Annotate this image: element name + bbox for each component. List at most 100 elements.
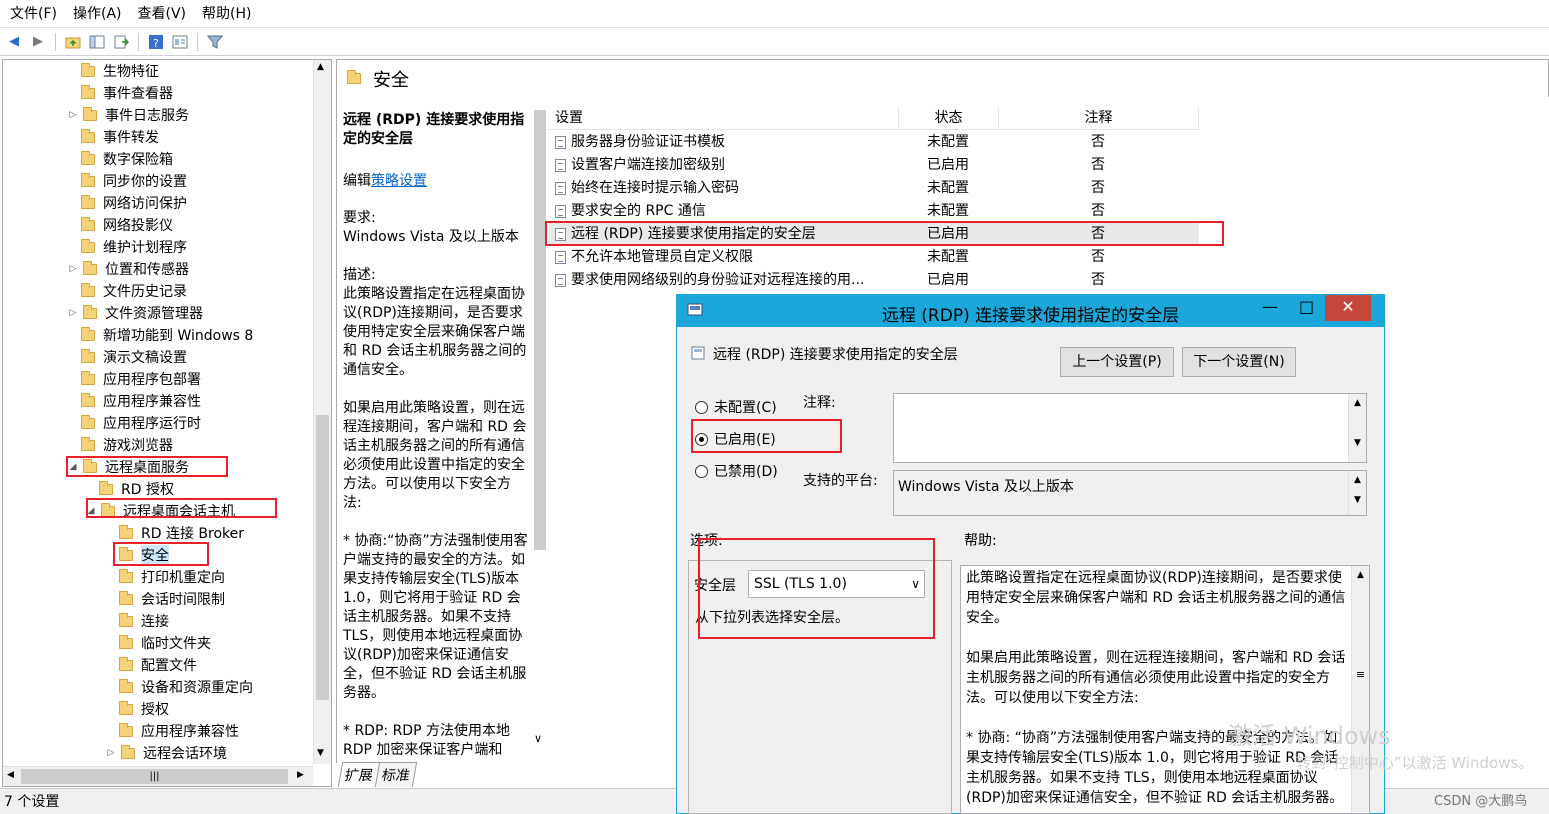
folder-icon — [81, 414, 95, 429]
tree-item[interactable]: 会话时间限制 — [103, 588, 225, 610]
platform-scrollbar[interactable]: ▲ ▼ — [1348, 471, 1366, 515]
setting-row[interactable]: 远程 (RDP) 连接要求使用指定的安全层 已启用 否 — [549, 223, 1199, 246]
export-list-icon[interactable] — [111, 32, 131, 52]
tree-item[interactable]: 网络访问保护 — [65, 192, 187, 214]
tree-item[interactable]: RD 授权 — [83, 478, 174, 500]
menu-view[interactable]: 查看(V) — [130, 0, 195, 28]
up-folder-icon[interactable] — [63, 32, 83, 52]
tree-item[interactable]: 应用程序运行时 — [65, 412, 201, 434]
expand-arrow-icon[interactable]: ◢ — [85, 506, 97, 516]
tree-item[interactable]: 事件查看器 — [65, 82, 173, 104]
tree-item[interactable]: ▷ 位置和传感器 — [67, 258, 189, 280]
column-state[interactable]: 状态 — [899, 106, 999, 130]
setting-state: 已启用 — [927, 226, 969, 242]
expand-arrow-icon[interactable]: ▷ — [67, 308, 79, 318]
tree-item[interactable]: 授权 — [103, 698, 169, 720]
tree-item[interactable]: 配置文件 — [103, 654, 197, 676]
tree-item[interactable]: 连接 — [103, 610, 169, 632]
tab-standard[interactable]: 标准 — [374, 762, 418, 787]
tree-item[interactable]: 临时文件夹 — [103, 632, 211, 654]
scroll-thumb[interactable]: ||| — [21, 769, 288, 784]
help-scrollbar[interactable]: ▲ ≡ — [1351, 566, 1369, 813]
tree-item[interactable]: 应用程序包部署 — [65, 368, 201, 390]
expand-arrow-icon[interactable]: ▷ — [105, 748, 117, 758]
next-setting-button[interactable]: 下一个设置(N) — [1182, 347, 1296, 377]
tree-item[interactable]: ◢ 远程桌面服务 — [67, 456, 189, 478]
menu-file[interactable]: 文件(F) — [2, 0, 65, 28]
setting-row[interactable]: 要求安全的 RPC 通信 未配置 否 — [549, 200, 1199, 223]
tree-item[interactable]: RD 连接 Broker — [103, 522, 244, 544]
scroll-down-icon[interactable]: ∨ — [534, 732, 542, 745]
edit-policy-link[interactable]: 策略设置 — [371, 173, 427, 189]
radio-circle[interactable] — [695, 464, 708, 478]
scroll-thumb[interactable] — [316, 415, 329, 700]
setting-row[interactable]: 始终在连接时提示输入密码 未配置 否 — [549, 177, 1199, 200]
scroll-down-icon[interactable]: ▼ — [1349, 438, 1366, 448]
tree-item[interactable]: 应用程序兼容性 — [103, 720, 239, 742]
tree-item[interactable]: 安全 — [103, 544, 169, 566]
setting-row[interactable]: 不允许本地管理员自定义权限 未配置 否 — [549, 246, 1199, 269]
scroll-down-icon[interactable]: ▼ — [1349, 495, 1366, 505]
column-comment[interactable]: 注释 — [999, 106, 1199, 130]
tree-vertical-scrollbar[interactable]: ▲ ▼ — [313, 60, 331, 764]
comment-scrollbar[interactable]: ▲ ▼ — [1348, 394, 1366, 462]
tree-item[interactable]: 维护计划程序 — [65, 236, 187, 258]
maximize-button[interactable]: □ — [1288, 295, 1325, 321]
minimize-button[interactable]: — — [1252, 295, 1288, 321]
security-layer-select[interactable]: SSL (TLS 1.0) ∨ — [748, 570, 925, 598]
filter-icon[interactable] — [205, 32, 225, 52]
setting-row[interactable]: 服务器身份验证证书模板 未配置 否 — [549, 131, 1199, 154]
comment-textarea[interactable]: ▲ ▼ — [893, 393, 1367, 463]
setting-row[interactable]: 设置客户端连接加密级别 已启用 否 — [549, 154, 1199, 177]
tree-item[interactable]: 生物特征 — [65, 60, 159, 82]
tree-item[interactable]: 游戏浏览器 — [65, 434, 173, 456]
properties-icon[interactable] — [170, 32, 190, 52]
radio-circle[interactable] — [695, 432, 708, 446]
help-icon[interactable]: ? — [146, 32, 166, 52]
expand-arrow-icon[interactable]: ▷ — [67, 110, 79, 120]
tree-item[interactable]: 应用程序兼容性 — [65, 390, 201, 412]
tree-horizontal-scrollbar[interactable]: ◀ ||| ▶ — [3, 766, 313, 786]
tree-item[interactable]: 文件历史记录 — [65, 280, 187, 302]
tree-item[interactable]: ◢ 远程桌面会话主机 — [85, 500, 235, 522]
scroll-thumb[interactable] — [534, 110, 546, 550]
close-button[interactable]: ✕ — [1325, 295, 1371, 321]
scroll-grip-icon[interactable]: ≡ — [1352, 668, 1369, 681]
tree-item[interactable]: ▷ 事件日志服务 — [67, 104, 189, 126]
tree-item[interactable]: 新增功能到 Windows 8 — [65, 324, 253, 346]
tree-item[interactable]: 网络投影仪 — [65, 214, 173, 236]
tree-item[interactable]: ▷ 文件资源管理器 — [67, 302, 203, 324]
forward-arrow-icon[interactable]: ▶ — [28, 32, 48, 52]
radio-not-configured[interactable]: 未配置(C) — [695, 397, 777, 417]
back-arrow-icon[interactable]: ◀ — [4, 32, 24, 52]
tree-item[interactable]: 演示文稿设置 — [65, 346, 187, 368]
radio-circle[interactable] — [695, 400, 708, 414]
scroll-up-icon[interactable]: ▲ — [1349, 398, 1366, 408]
menu-action[interactable]: 操作(A) — [65, 0, 130, 28]
setting-row[interactable]: 要求使用网络级别的身份验证对远程连接的用... 已启用 否 — [549, 269, 1199, 292]
tree-item[interactable]: 打印机重定向 — [103, 566, 225, 588]
tree-item[interactable]: 同步你的设置 — [65, 170, 187, 192]
scroll-right-icon[interactable]: ▶ — [297, 770, 304, 780]
radio-enabled[interactable]: 已启用(E) — [695, 429, 776, 449]
previous-setting-button[interactable]: 上一个设置(P) — [1060, 347, 1174, 377]
tree-item[interactable]: 设备和资源重定向 — [103, 676, 253, 698]
scroll-left-icon[interactable]: ◀ — [7, 770, 14, 780]
column-setting[interactable]: 设置 — [549, 106, 899, 130]
tree-item-label: 事件转发 — [103, 130, 159, 146]
description-scrollbar[interactable]: ∨ — [532, 100, 548, 752]
scroll-up-icon[interactable]: ▲ — [1352, 570, 1369, 580]
expand-arrow-icon[interactable]: ◢ — [67, 462, 79, 472]
tree-item[interactable]: 事件转发 — [65, 126, 159, 148]
policy-setting-icon — [555, 182, 566, 195]
tree-item[interactable]: ▷ 远程会话环境 — [105, 742, 227, 764]
scroll-up-icon[interactable]: ▲ — [1349, 475, 1366, 485]
show-hide-tree-icon[interactable] — [87, 32, 107, 52]
scroll-down-icon[interactable]: ▼ — [317, 748, 324, 758]
tree-item[interactable]: 数字保险箱 — [65, 148, 173, 170]
expand-arrow-icon[interactable]: ▷ — [67, 264, 79, 274]
scroll-up-icon[interactable]: ▲ — [317, 62, 324, 72]
radio-disabled[interactable]: 已禁用(D) — [695, 461, 778, 481]
menu-help[interactable]: 帮助(H) — [194, 0, 259, 28]
tab-extended[interactable]: 扩展 — [337, 762, 381, 787]
